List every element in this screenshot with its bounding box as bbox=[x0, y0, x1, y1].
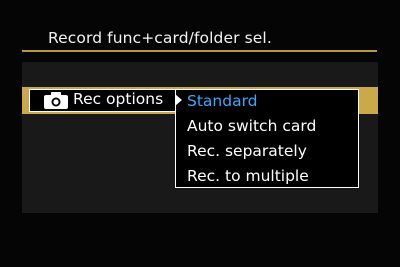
camera-icon bbox=[44, 92, 68, 109]
triangle-right-icon bbox=[175, 94, 182, 106]
option-auto-switch-card[interactable]: Auto switch card bbox=[187, 117, 316, 135]
rec-options-dropdown[interactable]: Standard Auto switch card Rec. separatel… bbox=[175, 89, 359, 188]
rec-options-label: Rec options bbox=[73, 90, 164, 108]
option-standard[interactable]: Standard bbox=[187, 92, 258, 110]
title-underline bbox=[22, 50, 377, 52]
screen-title: Record func+card/folder sel. bbox=[48, 29, 272, 47]
option-rec-to-multiple[interactable]: Rec. to multiple bbox=[187, 167, 309, 185]
camera-menu-screen: Record func+card/folder sel. Rec options… bbox=[0, 0, 400, 267]
option-rec-separately[interactable]: Rec. separately bbox=[187, 142, 307, 160]
